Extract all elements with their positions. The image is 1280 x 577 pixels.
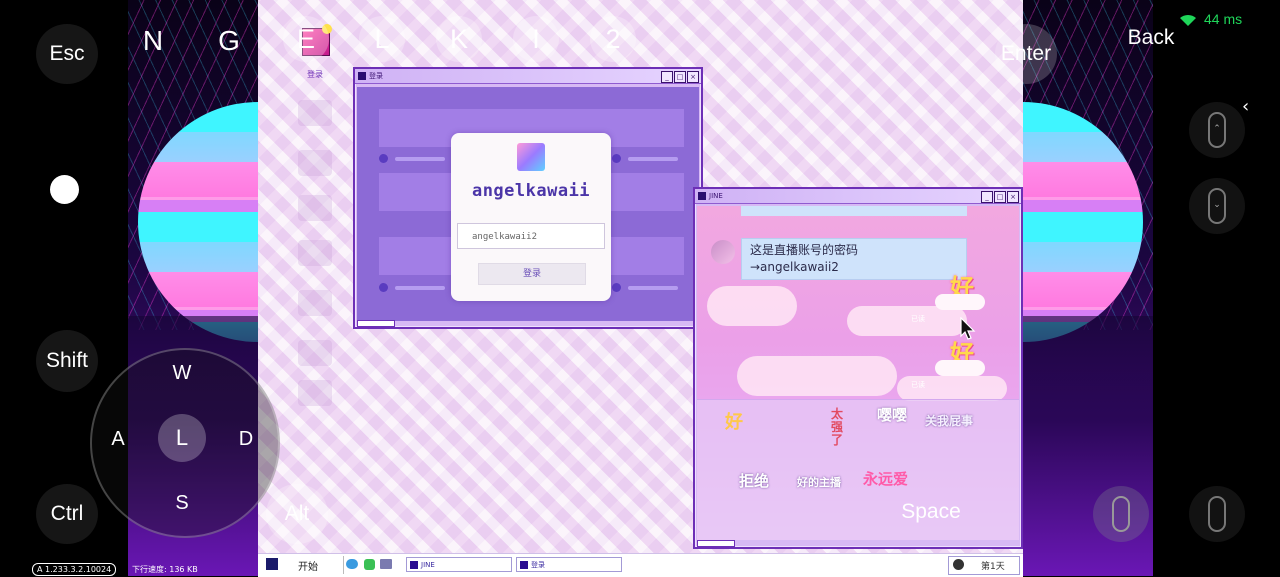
back-button[interactable]: Back bbox=[1118, 26, 1184, 50]
start-button[interactable]: 开始 bbox=[298, 558, 318, 573]
touch-point-indicator bbox=[50, 175, 79, 204]
joystick-right-d: D bbox=[238, 428, 254, 450]
login-window[interactable]: 登录 _ □ × angelkawaii angelkawaii2 登录 bbox=[353, 67, 703, 329]
read-receipt: 已读 bbox=[911, 315, 925, 323]
sheep-sticker bbox=[935, 294, 985, 310]
moon-icon bbox=[953, 559, 964, 570]
joystick-knob-l[interactable]: L bbox=[158, 414, 206, 462]
enter-key[interactable]: Enter bbox=[995, 24, 1057, 84]
login-window-titlebar[interactable]: 登录 bbox=[355, 69, 701, 84]
login-button[interactable]: 登录 bbox=[478, 263, 586, 285]
joystick-left-a: A bbox=[111, 428, 125, 450]
ping-readout: 44 ms bbox=[1204, 11, 1243, 27]
esc-key[interactable]: Esc bbox=[36, 24, 98, 84]
sticker-option[interactable]: 拒绝 bbox=[739, 470, 769, 491]
chat-message-line1: 这是直播账号的密码 bbox=[750, 243, 859, 257]
sheep-sticker bbox=[935, 360, 985, 376]
download-speed: 下行速度: 136 KB bbox=[132, 565, 198, 574]
login-window-title: 登录 bbox=[369, 72, 383, 80]
key-k[interactable]: K bbox=[436, 16, 482, 62]
avatar bbox=[711, 240, 735, 264]
chat-window-titlebar[interactable]: JINE bbox=[695, 189, 1021, 204]
start-icon bbox=[266, 558, 278, 570]
sticker-option[interactable]: 好的主播 bbox=[797, 474, 841, 490]
taskbar-item-jine[interactable]: JINE bbox=[406, 557, 512, 572]
collapse-arrow-icon[interactable]: ‹ bbox=[1242, 97, 1262, 117]
bird-icon[interactable] bbox=[346, 559, 358, 569]
monitor-icon[interactable] bbox=[380, 559, 392, 569]
taskbar-item-login[interactable]: 登录 bbox=[516, 557, 622, 572]
joystick-up-w: W bbox=[172, 362, 192, 384]
mouse-left-button[interactable] bbox=[1093, 486, 1149, 542]
mouse-cursor-icon bbox=[960, 317, 976, 340]
day-label: 第1天 bbox=[981, 562, 1005, 572]
space-key[interactable]: Space bbox=[896, 500, 966, 524]
mouse-right-button[interactable] bbox=[1189, 486, 1245, 542]
chat-icon[interactable] bbox=[364, 559, 375, 570]
minimize-button[interactable]: _ bbox=[661, 71, 673, 83]
sticker-panel: 好 太强了 嘤嘤 关我屁事 拒绝 好的主播 永远爱 bbox=[697, 399, 1019, 540]
sticker-option[interactable]: 好 bbox=[725, 408, 743, 434]
avatar bbox=[517, 143, 545, 171]
key-2[interactable]: 2 bbox=[590, 16, 636, 62]
username-label: angelkawaii bbox=[471, 181, 591, 201]
key-l[interactable]: L bbox=[359, 16, 405, 62]
sticker-option[interactable]: 关我屁事 bbox=[925, 412, 973, 429]
key-e[interactable]: E bbox=[283, 16, 329, 62]
key-n[interactable]: N bbox=[130, 21, 176, 61]
close-button[interactable]: × bbox=[1007, 191, 1019, 203]
password-field[interactable]: angelkawaii2 bbox=[457, 223, 605, 249]
wifi-icon bbox=[1178, 12, 1198, 26]
joystick-down-s: S bbox=[175, 492, 189, 514]
chat-area: 这是直播账号的密码 →angelkawaii2 好 已读 好 已读 好 太强了 … bbox=[697, 206, 1019, 540]
chat-message: 这是直播账号的密码 →angelkawaii2 bbox=[741, 238, 967, 280]
maximize-button[interactable]: □ bbox=[674, 71, 686, 83]
sticker-option[interactable]: 永远爱 bbox=[863, 470, 913, 488]
read-receipt: 已读 bbox=[911, 381, 925, 389]
alt-key[interactable]: Alt bbox=[266, 484, 328, 544]
chat-window-title: JINE bbox=[709, 192, 723, 200]
login-card: angelkawaii angelkawaii2 登录 bbox=[451, 133, 611, 301]
login-app-icon-label: 登录 bbox=[307, 70, 323, 79]
shift-key[interactable]: Shift bbox=[36, 330, 98, 392]
close-button[interactable]: × bbox=[687, 71, 699, 83]
minimize-button[interactable]: _ bbox=[981, 191, 993, 203]
scroll-down-button[interactable]: ⌄ bbox=[1189, 178, 1245, 234]
chat-message-line2: →angelkawaii2 bbox=[750, 260, 839, 274]
key-g[interactable]: G bbox=[206, 21, 252, 61]
sticker-option[interactable]: 嘤嘤 bbox=[877, 404, 907, 425]
jine-chat-window[interactable]: JINE _ □ × 这是直播账号的密码 →angelkawaii2 好 已读 … bbox=[693, 187, 1023, 549]
taskbar: 开始 JINE 登录 第1天 bbox=[258, 553, 1023, 577]
sticker-option[interactable]: 太强了 bbox=[831, 408, 847, 447]
game-desktop: 登录 登录 _ □ × angelkawaii angelkawaii2 登录 … bbox=[258, 0, 1023, 576]
scroll-up-button[interactable]: ⌃ bbox=[1189, 102, 1245, 158]
maximize-button[interactable]: □ bbox=[994, 191, 1006, 203]
ctrl-key[interactable]: Ctrl bbox=[36, 484, 98, 544]
day-indicator: 第1天 bbox=[948, 556, 1020, 575]
key-i[interactable]: I bbox=[513, 16, 559, 62]
version-badge: A 1.233.3.2.10024 bbox=[32, 563, 117, 576]
